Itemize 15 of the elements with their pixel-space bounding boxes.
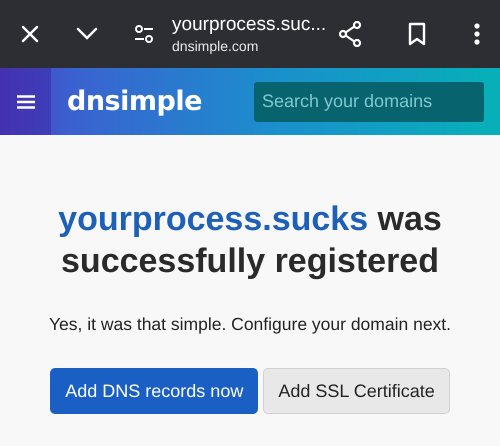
menu-icon[interactable]: [16, 94, 34, 108]
settings-icon[interactable]: [134, 25, 154, 43]
bookmark-icon[interactable]: [408, 22, 426, 46]
search-field[interactable]: Search your domains: [254, 82, 484, 122]
logo[interactable]: dnsimple: [67, 86, 254, 117]
close-icon[interactable]: [20, 24, 40, 44]
share-icon[interactable]: [338, 21, 362, 47]
page-title: yourprocess.suc...: [172, 14, 328, 36]
heading: yourprocess.sucks was successfully registered: [57, 199, 443, 282]
page-url: dnsimple.com: [172, 38, 260, 54]
chevron-down-icon[interactable]: [76, 27, 98, 41]
message: Yes, it was that simple. Configure your domain next.: [48, 314, 452, 335]
more-icon[interactable]: [474, 23, 480, 45]
add-dns-button[interactable]: Add DNS records now: [50, 368, 258, 414]
add-ssl-button[interactable]: Add SSL Certificate: [263, 368, 450, 414]
